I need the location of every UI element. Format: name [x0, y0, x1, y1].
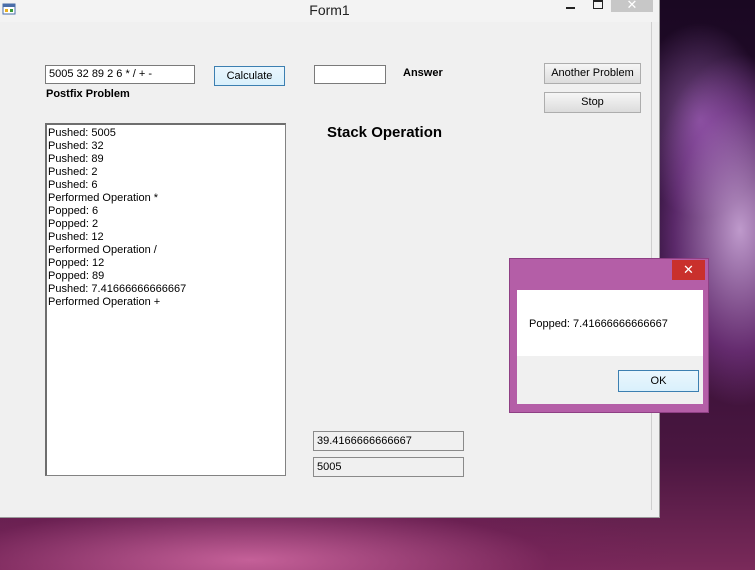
message-text: Popped: 7.41666666666667: [529, 318, 668, 330]
log-line: Performed Operation *: [48, 192, 159, 204]
minimize-button[interactable]: [555, 0, 585, 20]
message-box-close-button[interactable]: ✕: [672, 260, 705, 280]
title-bar[interactable]: Form1 ✕: [0, 0, 659, 22]
calculate-button[interactable]: Calculate: [214, 66, 285, 86]
app-icon: [2, 3, 16, 15]
log-line: Performed Operation +: [48, 296, 161, 308]
log-line: Popped: 6: [48, 205, 99, 217]
postfix-input[interactable]: 5005 32 89 2 6 * / + -: [45, 65, 195, 84]
message-box-dialog: ✕ Popped: 7.41666666666667 OK: [509, 258, 709, 413]
log-line: Pushed: 32: [48, 140, 104, 152]
close-button[interactable]: ✕: [611, 0, 653, 12]
close-icon: ✕: [626, 0, 638, 12]
stop-button[interactable]: Stop: [544, 92, 641, 113]
log-line: Pushed: 12: [48, 231, 104, 243]
postfix-problem-label: Postfix Problem: [46, 88, 130, 100]
answer-input[interactable]: [314, 65, 386, 84]
message-box-body: Popped: 7.41666666666667: [517, 290, 703, 356]
result-box-2[interactable]: 5005: [313, 457, 464, 477]
minimize-icon: [566, 7, 575, 9]
maximize-icon: [593, 0, 603, 9]
message-box-footer: OK: [517, 356, 703, 404]
log-line: Popped: 89: [48, 270, 105, 282]
maximize-button[interactable]: [586, 0, 610, 20]
log-line: Popped: 12: [48, 257, 105, 269]
stack-operation-label: Stack Operation: [327, 124, 443, 141]
log-line: Popped: 2: [48, 218, 99, 230]
log-line: Pushed: 2: [48, 166, 98, 178]
log-line: Pushed: 7.41666666666667: [48, 283, 187, 295]
log-line: Pushed: 5005: [48, 127, 116, 139]
answer-label: Answer: [403, 67, 443, 79]
log-line: Performed Operation /: [48, 244, 157, 256]
stack-log-list[interactable]: Pushed: 5005 Pushed: 32 Pushed: 89 Pushe…: [45, 123, 286, 476]
log-line: Pushed: 6: [48, 179, 98, 191]
log-line: Pushed: 89: [48, 153, 104, 165]
result-box-1[interactable]: 39.4166666666667: [313, 431, 464, 451]
another-problem-button[interactable]: Another Problem: [544, 63, 641, 84]
ok-button[interactable]: OK: [618, 370, 699, 392]
